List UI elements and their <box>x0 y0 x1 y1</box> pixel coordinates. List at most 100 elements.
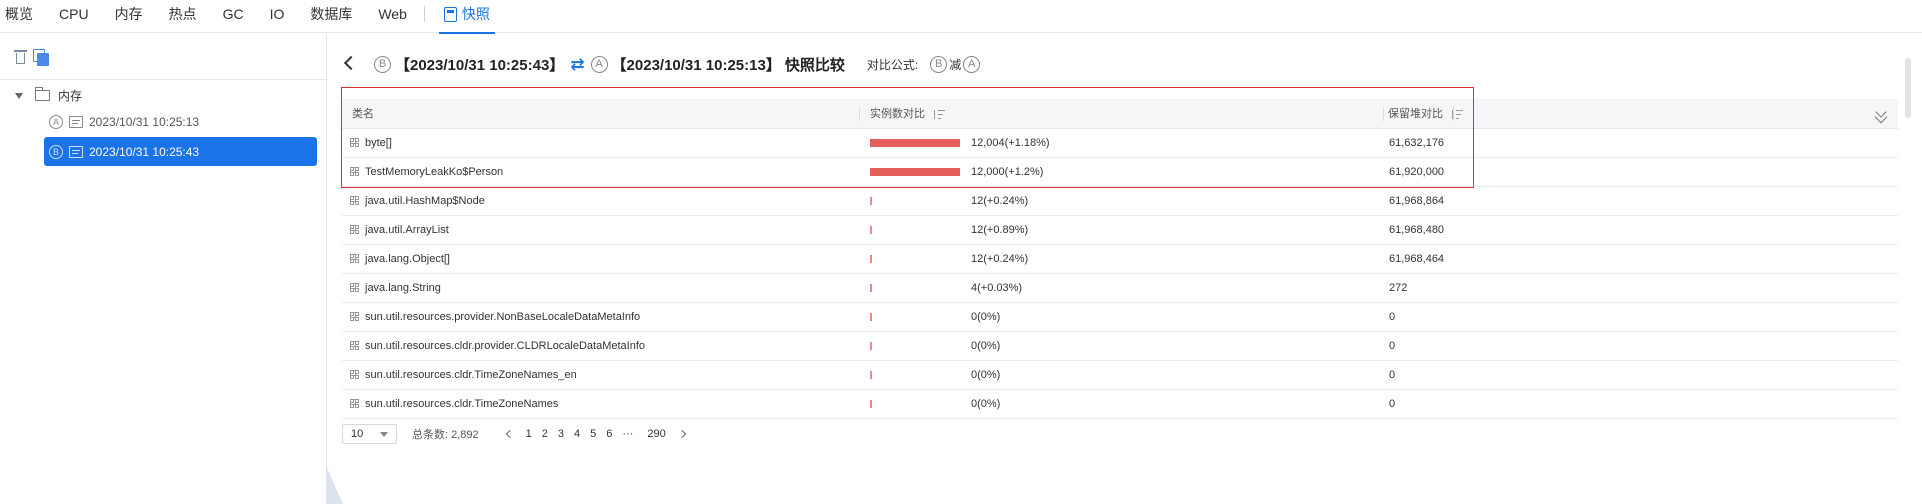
table-header: 类名 实例数对比 保留堆对比 <box>342 99 1898 129</box>
compare-formula: 对比公式: B 减 A <box>867 56 981 73</box>
page-number[interactable]: 5 <box>585 428 601 440</box>
class-name-cell: java.util.ArrayList <box>350 216 449 244</box>
instance-diff-bar <box>870 197 872 205</box>
class-icon <box>350 399 360 409</box>
tab-snapshot-label: 快照 <box>461 5 490 22</box>
retained-cell: 0 <box>1389 369 1396 381</box>
instance-diff-bar <box>870 226 872 234</box>
table-row[interactable]: sun.util.resources.cldr.provider.CLDRLoc… <box>342 332 1898 361</box>
copy-icon[interactable] <box>33 49 49 66</box>
instances-cell: 0(0%) <box>971 311 1001 323</box>
tab-overview[interactable]: 概览 <box>0 0 46 33</box>
instance-diff-bar <box>870 168 960 176</box>
prev-page-icon[interactable] <box>505 429 514 439</box>
tree-item-label: 2023/10/31 10:25:13 <box>89 115 200 129</box>
instances-cell: 0(0%) <box>971 369 1001 381</box>
swap-icon[interactable]: ⇄ <box>570 55 584 75</box>
caret-down-icon[interactable] <box>15 92 23 99</box>
back-arrow-icon[interactable] <box>343 55 359 71</box>
class-name-cell: sun.util.resources.cldr.provider.CLDRLoc… <box>350 332 645 360</box>
page-number[interactable]: 3 <box>553 428 569 440</box>
instance-diff-bar <box>870 400 872 408</box>
class-name-cell: byte[] <box>350 129 392 157</box>
tree-item-label: 2023/10/31 10:25:43 <box>89 144 200 159</box>
page-size-select[interactable]: 10 <box>342 424 397 444</box>
tab-web[interactable]: Web <box>365 0 420 33</box>
snapshot-tree-panel <box>0 34 327 504</box>
instances-cell: 0(0%) <box>971 340 1001 352</box>
tab-hotspot[interactable]: 热点 <box>156 0 210 33</box>
page-list: 1 2 3 4 5 6 ··· 290 <box>521 428 671 440</box>
instances-cell: 12(+0.24%) <box>971 195 1029 207</box>
snapshot-file-icon <box>69 145 83 158</box>
class-name-cell: java.lang.Object[] <box>350 245 450 273</box>
page-number[interactable]: 6 <box>601 428 617 440</box>
page-number[interactable]: 2 <box>537 428 553 440</box>
snapshot-a-time: 【2023/10/31 10:25:13】 <box>611 57 781 74</box>
instances-cell: 0(0%) <box>971 398 1001 410</box>
class-name-cell: sun.util.resources.provider.NonBaseLocal… <box>350 303 640 331</box>
tab-database[interactable]: 数据库 <box>297 0 365 33</box>
scrollbar[interactable] <box>1905 58 1911 118</box>
expand-columns-icon[interactable] <box>1875 106 1887 118</box>
instance-diff-bar <box>870 342 872 350</box>
table-row[interactable]: java.lang.String 4(+0.03%) 272 <box>342 274 1898 303</box>
table-row[interactable]: sun.util.resources.cldr.TimeZoneNames 0(0… <box>342 390 1898 419</box>
class-icon <box>350 341 360 351</box>
pagination: 10 总条数: 2,892 1 2 3 4 5 6 ··· 290 <box>342 424 693 444</box>
trash-icon[interactable] <box>14 49 27 64</box>
instance-diff-bar <box>870 255 872 263</box>
retained-cell: 61,968,464 <box>1389 253 1445 265</box>
instance-diff-bar <box>870 313 872 321</box>
class-name-cell: TestMemoryLeakKo$Person <box>350 158 503 186</box>
tab-io[interactable]: IO <box>257 0 298 33</box>
page-number[interactable]: 290 <box>642 428 670 440</box>
retained-cell: 0 <box>1389 311 1396 323</box>
badge-b-icon: B <box>49 144 63 159</box>
column-divider <box>859 107 860 121</box>
compare-header: B 【2023/10/31 10:25:43】 ⇄ A 【2023/10/31 … <box>374 54 981 75</box>
next-page-icon[interactable] <box>677 429 686 439</box>
class-name-cell: java.util.HashMap$Node <box>350 187 485 215</box>
column-header-instances[interactable]: 实例数对比 <box>870 99 945 129</box>
tree-node-memory[interactable]: 内存 <box>15 87 82 104</box>
column-divider <box>1453 107 1454 121</box>
table-row[interactable]: java.lang.Object[] 12(+0.24%) 61,968,464 <box>342 245 1898 274</box>
tree-item-snapshot-b[interactable]: B 2023/10/31 10:25:43 <box>44 137 317 166</box>
table-row[interactable]: java.util.HashMap$Node 12(+0.24%) 61,968,8… <box>342 187 1898 216</box>
tab-snapshot[interactable]: 快照 <box>431 0 503 34</box>
column-header-name: 类名 <box>352 108 374 120</box>
snapshot-icon <box>443 6 457 22</box>
retained-cell: 61,968,480 <box>1389 224 1445 236</box>
table-row[interactable]: sun.util.resources.provider.NonBaseLocal… <box>342 303 1898 332</box>
instance-diff-bar <box>870 139 960 147</box>
retained-cell: 272 <box>1389 282 1408 294</box>
instances-cell: 12,004(+1.18%) <box>971 137 1050 149</box>
table-row[interactable]: sun.util.resources.cldr.TimeZoneNames_en… <box>342 361 1898 390</box>
instances-cell: 12(+0.24%) <box>971 253 1029 265</box>
tree-item-snapshot-a[interactable]: A 2023/10/31 10:25:13 <box>49 115 199 129</box>
total-count: 总条数: 2,892 <box>412 429 479 441</box>
tab-gc[interactable]: GC <box>210 0 257 33</box>
formula-badge-a: A <box>963 56 981 73</box>
tab-cpu[interactable]: CPU <box>46 0 102 33</box>
tree-toolbar <box>0 34 326 80</box>
column-divider <box>1383 107 1384 121</box>
class-icon <box>350 167 360 177</box>
page-number[interactable]: 4 <box>569 428 585 440</box>
sort-icon[interactable] <box>933 109 945 119</box>
class-name-cell: sun.util.resources.cldr.TimeZoneNames <box>350 390 558 418</box>
column-header-retained[interactable]: 保留堆对比 <box>1388 99 1463 129</box>
page-number[interactable]: 1 <box>521 428 537 440</box>
table-row[interactable]: byte[] 12,004(+1.18%) 61,632,176 <box>342 129 1898 158</box>
page-title: 快照比较 <box>784 57 845 74</box>
tab-memory[interactable]: 内存 <box>102 0 156 33</box>
table-row[interactable]: java.util.ArrayList 12(+0.89%) 61,968,480 <box>342 216 1898 245</box>
class-icon <box>350 225 360 235</box>
instances-cell: 4(+0.03%) <box>971 282 1023 294</box>
table-row[interactable]: TestMemoryLeakKo$Person 12,000(+1.2%) 61,9… <box>342 158 1898 187</box>
class-icon <box>350 370 360 380</box>
tab-divider <box>423 6 425 22</box>
page-number[interactable]: ··· <box>617 428 638 440</box>
instance-diff-bar <box>870 371 872 379</box>
